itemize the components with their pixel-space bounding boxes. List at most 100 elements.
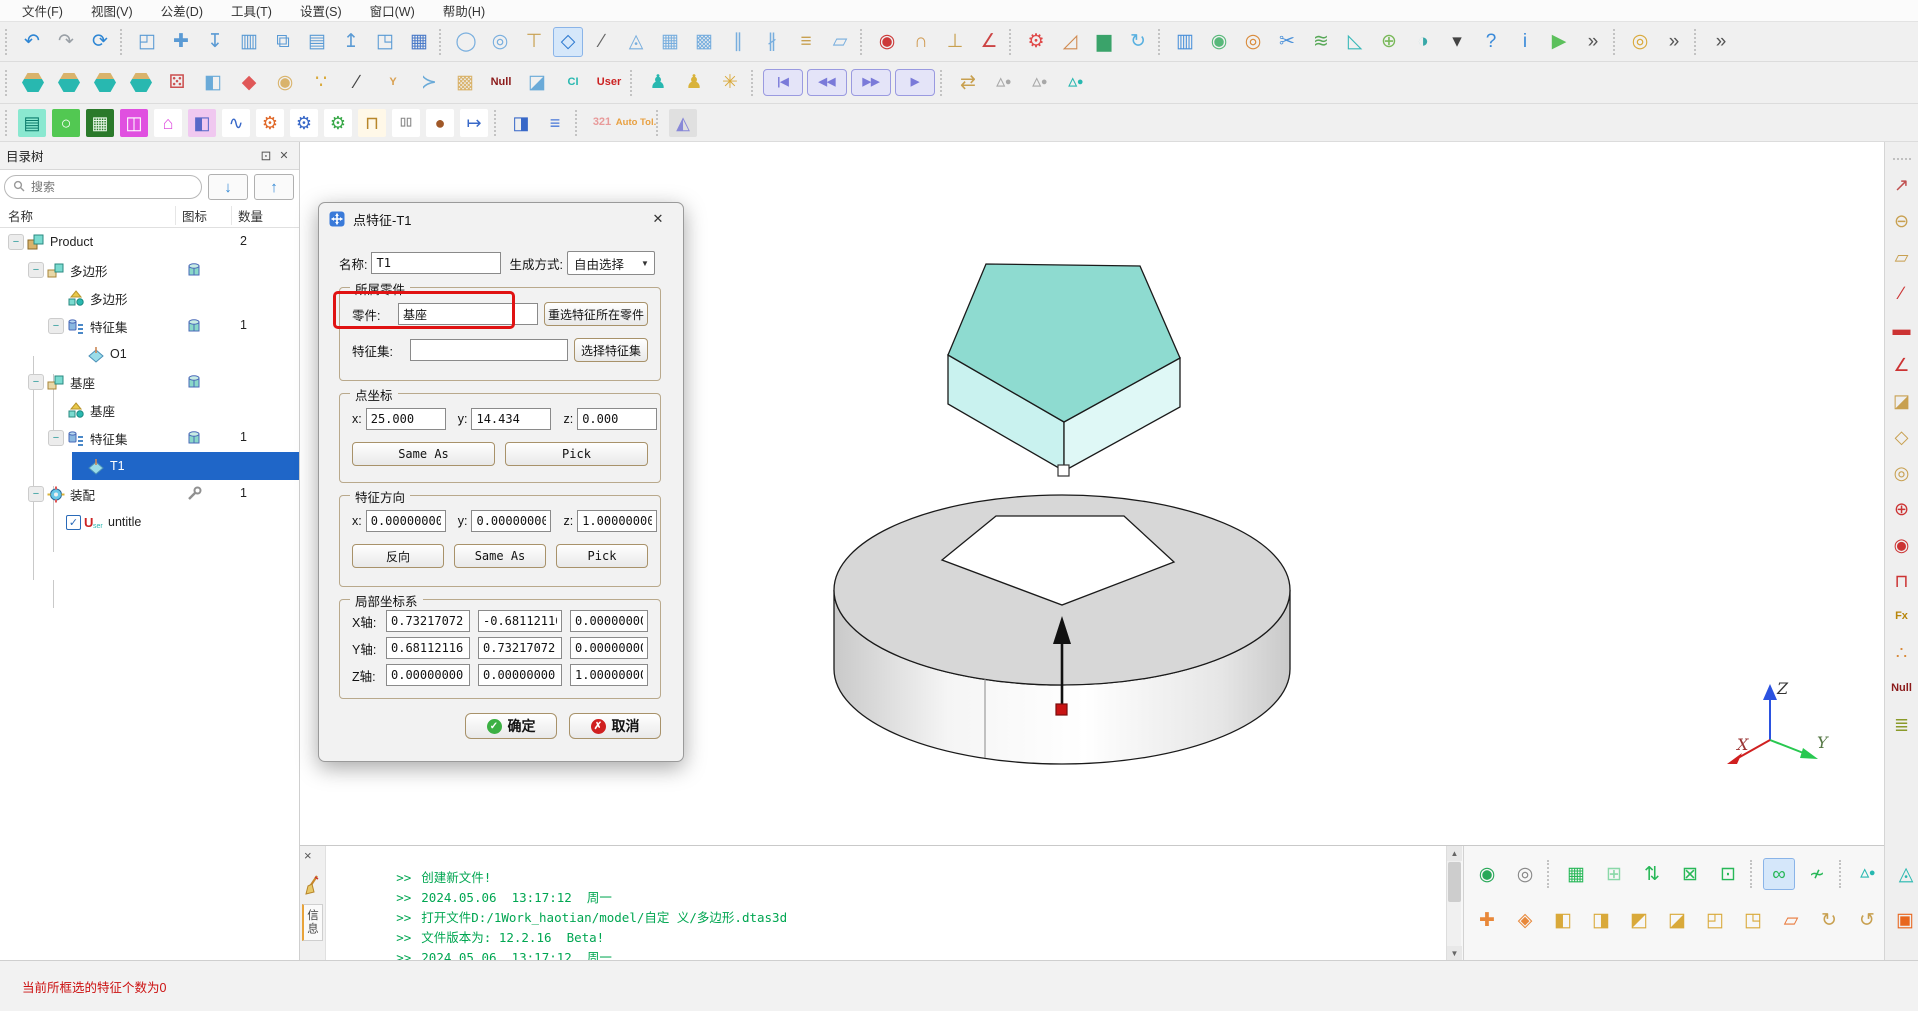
expand-collapse-icon[interactable] — [28, 486, 44, 502]
toolbar-new-file[interactable]: ✚ — [166, 27, 196, 57]
toolbar-user-feature[interactable]: User — [593, 67, 625, 99]
lcs-value-input[interactable] — [386, 610, 470, 632]
toolbar-roller-brown[interactable]: ● — [425, 108, 455, 138]
right-toolbar-fold-plane[interactable]: ◪ — [1888, 387, 1915, 414]
display-toolbar-swap-views[interactable]: ⇅ — [1636, 858, 1668, 890]
toolbar-export-3d[interactable]: ◳ — [370, 27, 400, 57]
toolbar-triangle-tool[interactable]: ◺ — [1340, 27, 1370, 57]
menu-window[interactable]: 窗口(W) — [356, 0, 429, 22]
toolbar-protractor-gauge[interactable]: ∩ — [906, 27, 936, 57]
view-toolbar-view-right[interactable]: ◨ — [1585, 904, 1617, 936]
toolbar-mesh-cube[interactable]: ▩ — [449, 67, 481, 99]
toolbar-gauge-dial[interactable]: ◉ — [269, 67, 301, 99]
toolbar-shape-group-3[interactable]: △● — [1060, 67, 1092, 99]
move-up-button[interactable] — [254, 174, 294, 200]
dock-panel-icon[interactable] — [257, 147, 275, 165]
toolbar-window-model[interactable]: ◫ — [119, 108, 149, 138]
toolbar-phone-panels[interactable]: ▯▯ — [391, 108, 421, 138]
menu-help[interactable]: 帮助(H) — [429, 0, 499, 22]
menu-tolerance[interactable]: 公差(D) — [147, 0, 217, 22]
expand-collapse-icon[interactable] — [8, 234, 24, 250]
toolbar-panel-arrows[interactable]: ◨ — [506, 108, 536, 138]
point-z-input[interactable] — [577, 408, 657, 430]
log-close-icon[interactable]: × — [304, 848, 312, 863]
toolbar-chevron-points[interactable]: ≻ — [413, 67, 445, 99]
dir-x-input[interactable] — [366, 510, 446, 532]
toolbar-tee-curve[interactable]: ↦ — [459, 108, 489, 138]
menu-settings[interactable]: 设置(S) — [286, 0, 356, 22]
toolbar-circle-feature[interactable]: ◎ — [485, 27, 515, 57]
toolbar-bolt-nut-4[interactable] — [125, 67, 157, 99]
right-toolbar-concentric-circles[interactable]: ◎ — [1888, 459, 1915, 486]
toolbar-cylinder-feature[interactable]: ◯ — [451, 27, 481, 57]
genmode-select[interactable]: 自由选择 — [567, 251, 655, 275]
toolbar-vs-report[interactable]: ▥ — [1170, 27, 1200, 57]
toolbar-auto-tolerance[interactable]: Auto Tol. — [621, 108, 651, 138]
toolbar-bolt-nut-2[interactable] — [53, 67, 85, 99]
log-scrollbar[interactable] — [1446, 846, 1461, 961]
tree-row-untitle[interactable]: User untitle — [0, 508, 299, 536]
clear-log-broom-icon[interactable] — [303, 874, 323, 896]
toolbar-redo[interactable]: ↷ — [51, 27, 81, 57]
lcs-value-input[interactable] — [570, 637, 648, 659]
tree-row-polygon-part[interactable]: 多边形 — [0, 256, 299, 284]
toolbar-mirror-dropdown[interactable]: ▾ — [1442, 27, 1472, 57]
toolbar-mirror-tool[interactable]: ◑ — [1408, 27, 1438, 57]
lcs-value-input[interactable] — [478, 610, 562, 632]
right-toolbar-tree-cubes[interactable]: ∴ — [1888, 639, 1915, 666]
display-toolbar-unlock-file[interactable]: ⊡ — [1712, 858, 1744, 890]
right-toolbar-notes-list[interactable]: ≣ — [1888, 711, 1915, 738]
featureset-input[interactable] — [410, 339, 568, 361]
toolbar-shield-analysis[interactable]: ◆ — [233, 67, 265, 99]
tree-row-feature-t1[interactable]: T1 — [0, 452, 299, 480]
right-toolbar-angle-measure[interactable]: ∠ — [1888, 351, 1915, 378]
point-x-input[interactable] — [366, 408, 446, 430]
lcs-value-input[interactable] — [570, 664, 648, 686]
toolbar-gold-ring[interactable]: ◎ — [1625, 27, 1655, 57]
reverse-direction-button[interactable]: 反向 — [352, 544, 444, 568]
toolbar-refresh-file[interactable]: ⟳ — [85, 27, 115, 57]
display-toolbar-grid-filled[interactable]: ▦ — [1560, 858, 1592, 890]
cancel-button[interactable]: ✗ 取消 — [569, 713, 661, 739]
scroll-down-icon[interactable] — [1447, 946, 1462, 961]
toolbar-axes-circle[interactable]: ○ — [51, 108, 81, 138]
view-toolbar-view-left[interactable]: ◧ — [1547, 904, 1579, 936]
toolbar-spring-tool[interactable]: ≋ — [1306, 27, 1336, 57]
move-down-button[interactable] — [208, 174, 248, 200]
toolbar-document-lines[interactable]: ▤ — [302, 27, 332, 57]
toolbar-datum-axes[interactable]: ⊥ — [940, 27, 970, 57]
toolbar-ci-tool[interactable]: CI — [557, 67, 589, 99]
toolbar-histogram[interactable]: ▆ — [1089, 27, 1119, 57]
toolbar-plane-arrow[interactable]: ◪ — [521, 67, 553, 99]
toolbar-step-prev[interactable]: ◀◀ — [807, 69, 847, 96]
toolbar-dice-tolerance[interactable]: ⚄ — [161, 67, 193, 99]
toolbar-cube-swap[interactable]: ⇄ — [952, 67, 984, 99]
toolbar-gauge-report[interactable]: ◎ — [1238, 27, 1268, 57]
part-input[interactable] — [398, 303, 538, 325]
name-input[interactable] — [371, 252, 501, 274]
toolbar-set-square[interactable]: ◿ — [1055, 27, 1085, 57]
search-box[interactable] — [4, 175, 202, 199]
toolbar-shape-group-2[interactable]: △● — [1024, 67, 1056, 99]
toolbar-chassis-green[interactable]: ⚙ — [323, 108, 353, 138]
toolbar-tolerance-settings[interactable]: ⚙ — [1021, 27, 1051, 57]
toolbar-pin-feature[interactable]: ⊤ — [519, 27, 549, 57]
toolbar-point-pair[interactable]: ∵ — [305, 67, 337, 99]
view-toolbar-rotate-ccw[interactable]: ↺ — [1851, 904, 1883, 936]
display-toolbar-shapes-display[interactable]: △● — [1852, 858, 1884, 890]
toolbar-trim-cut[interactable]: ✂ — [1272, 27, 1302, 57]
toolbar-line-two-points[interactable]: ∕ — [341, 67, 373, 99]
right-toolbar-parallel-planes[interactable]: ▬ — [1888, 315, 1915, 342]
menu-view[interactable]: 视图(V) — [77, 0, 147, 22]
toolbar-bolt-nut-1[interactable] — [17, 67, 49, 99]
dir-same-as-button[interactable]: Same As — [454, 544, 546, 568]
toolbar-press-machine[interactable]: ⊓ — [357, 108, 387, 138]
view-toolbar-move-view[interactable]: ✚ — [1471, 904, 1503, 936]
log-tab-info[interactable]: 信息 — [302, 904, 323, 941]
tree-row-polygon-geometry[interactable]: 多边形 — [0, 284, 299, 312]
toolbar-line-feature[interactable]: ∕ — [587, 27, 617, 57]
toolbar-rib-pair-feature[interactable]: ∦ — [757, 27, 787, 57]
toolbar-step-play[interactable]: ▶ — [895, 69, 935, 96]
dialog-close-icon[interactable] — [643, 208, 673, 230]
toolbar-angle-gauge[interactable]: ∠ — [974, 27, 1004, 57]
